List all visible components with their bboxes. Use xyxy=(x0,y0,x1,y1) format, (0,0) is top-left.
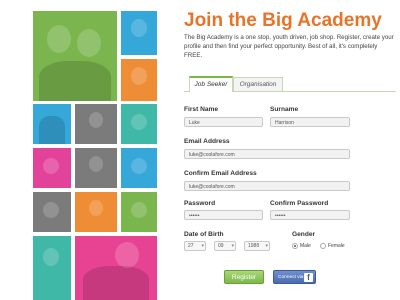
chevron-down-icon: ▾ xyxy=(231,243,234,249)
gender-female-label: Female xyxy=(328,243,345,249)
first-name-label: First Name xyxy=(184,106,219,113)
dob-label: Date of Birth xyxy=(184,231,224,238)
email-label: Email Address xyxy=(184,138,230,145)
chevron-down-icon: ▾ xyxy=(265,243,268,249)
mosaic-photo-orange-1 xyxy=(121,59,157,101)
confirm-email-input[interactable]: luke@coolafore.com xyxy=(184,181,350,191)
confirm-password-label: Confirm Password xyxy=(270,200,329,207)
gender-male-radio[interactable] xyxy=(292,243,298,249)
mosaic-photo-teal xyxy=(121,104,157,144)
facebook-icon: f xyxy=(304,273,313,282)
chevron-down-icon: ▾ xyxy=(201,243,204,249)
intro-text: The Big Academy is a one stop, youth dri… xyxy=(184,34,394,59)
page-title: Join the Big Academy xyxy=(184,10,382,31)
mosaic-photo-teal-2 xyxy=(33,236,71,300)
tab-job-seeker[interactable]: Job Seeker xyxy=(189,76,233,92)
mosaic-photo-orange-2 xyxy=(75,192,117,232)
gender-label: Gender xyxy=(292,231,316,238)
dob-year-value: 1988 xyxy=(248,243,260,249)
photo-mosaic xyxy=(33,11,157,300)
dob-month-value: 09 xyxy=(218,243,224,249)
dob-day-value: 27 xyxy=(188,243,194,249)
surname-label: Surname xyxy=(270,106,299,113)
mosaic-photo-grey-3 xyxy=(33,192,71,232)
first-name-input[interactable]: Luke xyxy=(184,117,263,127)
account-type-tabs: Job Seeker Organisation xyxy=(184,76,396,92)
dob-month-select[interactable]: 09 ▾ xyxy=(214,241,236,251)
gender-female-radio[interactable] xyxy=(320,243,326,249)
mosaic-photo-grey-2 xyxy=(75,148,117,188)
email-input[interactable]: luke@coolafore.com xyxy=(184,149,350,159)
gender-male-label: Male xyxy=(300,243,311,249)
registration-panel: Join the Big Academy The Big Academy is … xyxy=(184,0,396,300)
mosaic-photo-blue xyxy=(121,11,157,55)
mosaic-photo-grey-1 xyxy=(75,104,117,144)
confirm-password-input[interactable]: •••••• xyxy=(270,210,350,220)
dob-day-select[interactable]: 27 ▾ xyxy=(184,241,206,251)
connect-facebook-button[interactable]: Connect via f xyxy=(273,270,316,284)
password-label: Password xyxy=(184,200,216,207)
surname-input[interactable]: Harrison xyxy=(270,117,350,127)
tab-organisation[interactable]: Organisation xyxy=(233,77,283,91)
mosaic-photo-green-2 xyxy=(121,192,157,232)
dob-year-select[interactable]: 1988 ▾ xyxy=(244,241,270,251)
password-input[interactable]: •••••• xyxy=(184,210,263,220)
confirm-email-label: Confirm Email Address xyxy=(184,170,257,177)
connect-label: Connect via xyxy=(278,275,304,280)
mosaic-photo-magenta-1 xyxy=(33,148,71,188)
mosaic-photo-blue-3 xyxy=(121,148,157,188)
mosaic-photo-green xyxy=(33,11,117,101)
register-button[interactable]: Register xyxy=(224,270,264,284)
mosaic-photo-pink-large xyxy=(75,236,157,300)
mosaic-photo-blue-2 xyxy=(33,104,71,144)
